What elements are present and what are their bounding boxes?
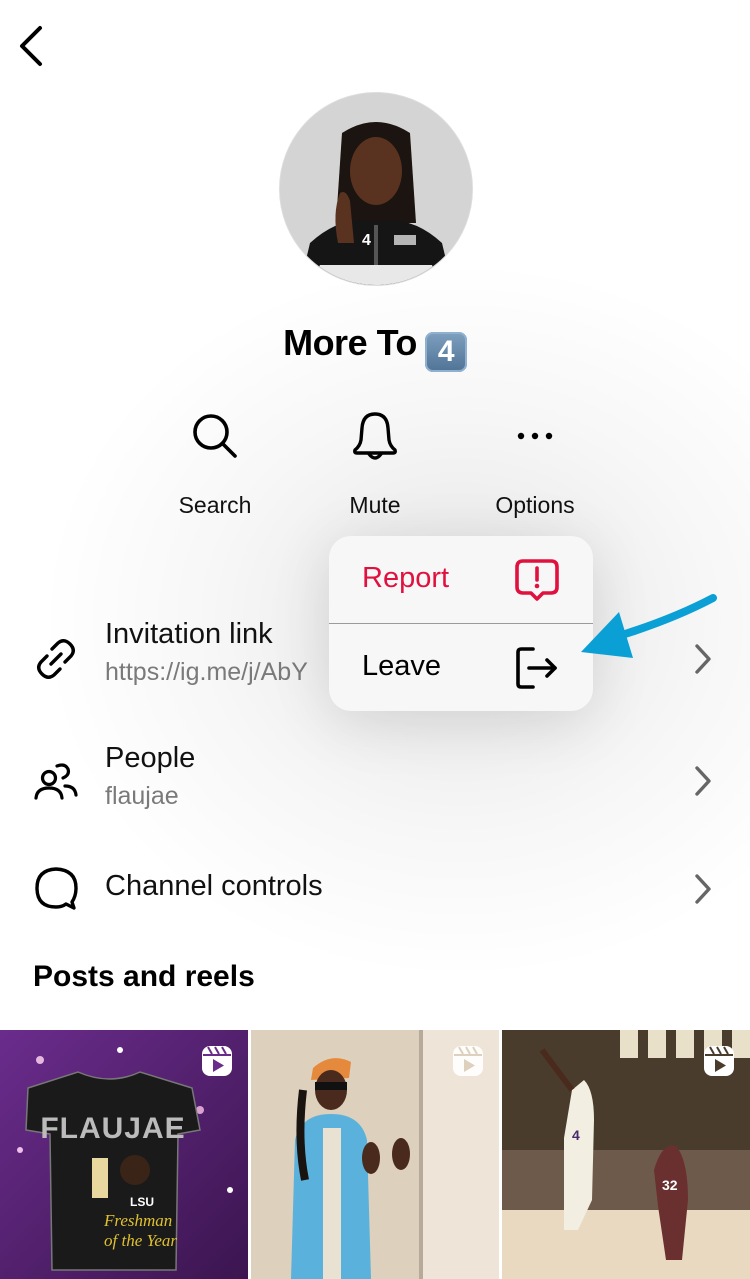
invitation-link-url: https://ig.me/j/AbY: [105, 658, 308, 686]
mute-button[interactable]: Mute: [305, 410, 445, 519]
svg-text:4: 4: [362, 232, 371, 249]
leave-menu-item[interactable]: Leave: [329, 624, 593, 711]
svg-text:32: 32: [662, 1177, 678, 1193]
people-subtitle: flaujae: [105, 782, 179, 810]
post-tile[interactable]: FLAUJAE LSU Freshman of the Year: [0, 1030, 248, 1279]
post-tile[interactable]: [251, 1030, 499, 1279]
options-label: Options: [495, 492, 575, 518]
chevron-right-icon: [695, 874, 711, 904]
report-menu-item[interactable]: Report: [329, 536, 593, 623]
search-icon: [193, 414, 237, 458]
svg-text:Freshman: Freshman: [103, 1211, 172, 1230]
chevron-right-icon: [695, 766, 711, 796]
posts-section-title: Posts and reels: [33, 960, 255, 993]
keycap-emoji: 4: [424, 332, 467, 372]
people-icon: [34, 763, 78, 800]
channel-avatar[interactable]: 4: [279, 92, 473, 286]
report-label: Report: [362, 562, 450, 594]
link-icon: [37, 639, 75, 679]
channel-controls-row[interactable]: Channel controls: [0, 838, 750, 938]
search-button[interactable]: Search: [145, 410, 285, 519]
people-title: People: [105, 742, 196, 774]
bell-icon: [353, 412, 397, 460]
svg-text:LSU: LSU: [130, 1195, 154, 1209]
channel-name: More To: [283, 322, 417, 363]
channel-title: More To 4: [0, 322, 750, 372]
mute-label: Mute: [349, 492, 401, 518]
svg-text:FLAUJAE: FLAUJAE: [40, 1112, 185, 1145]
leave-icon: [516, 647, 557, 689]
more-horizontal-icon: [517, 432, 553, 440]
chat-bubble-icon: [35, 867, 78, 910]
invitation-link-title: Invitation link: [105, 618, 273, 650]
chevron-left-icon: [20, 26, 42, 66]
leave-label: Leave: [362, 650, 442, 682]
report-icon: [515, 559, 559, 601]
reel-icon: [453, 1046, 483, 1076]
channel-controls-title: Channel controls: [105, 870, 323, 902]
post-tile[interactable]: 4 32: [502, 1030, 750, 1279]
people-row[interactable]: People flaujae: [0, 732, 750, 832]
posts-grid: FLAUJAE LSU Freshman of the Year 4 32: [0, 1030, 750, 1279]
options-menu: Report Leave: [329, 536, 593, 711]
reel-icon: [704, 1046, 734, 1076]
options-button[interactable]: Options: [465, 410, 605, 519]
search-label: Search: [178, 492, 252, 518]
svg-text:4: 4: [572, 1127, 580, 1143]
back-button[interactable]: [14, 22, 54, 68]
avatar-image: 4: [280, 93, 472, 285]
svg-text:of the Year: of the Year: [104, 1231, 177, 1250]
reel-icon: [202, 1046, 232, 1076]
annotation-arrow: [581, 594, 717, 658]
channel-actions: Search Mute Options: [0, 410, 750, 520]
